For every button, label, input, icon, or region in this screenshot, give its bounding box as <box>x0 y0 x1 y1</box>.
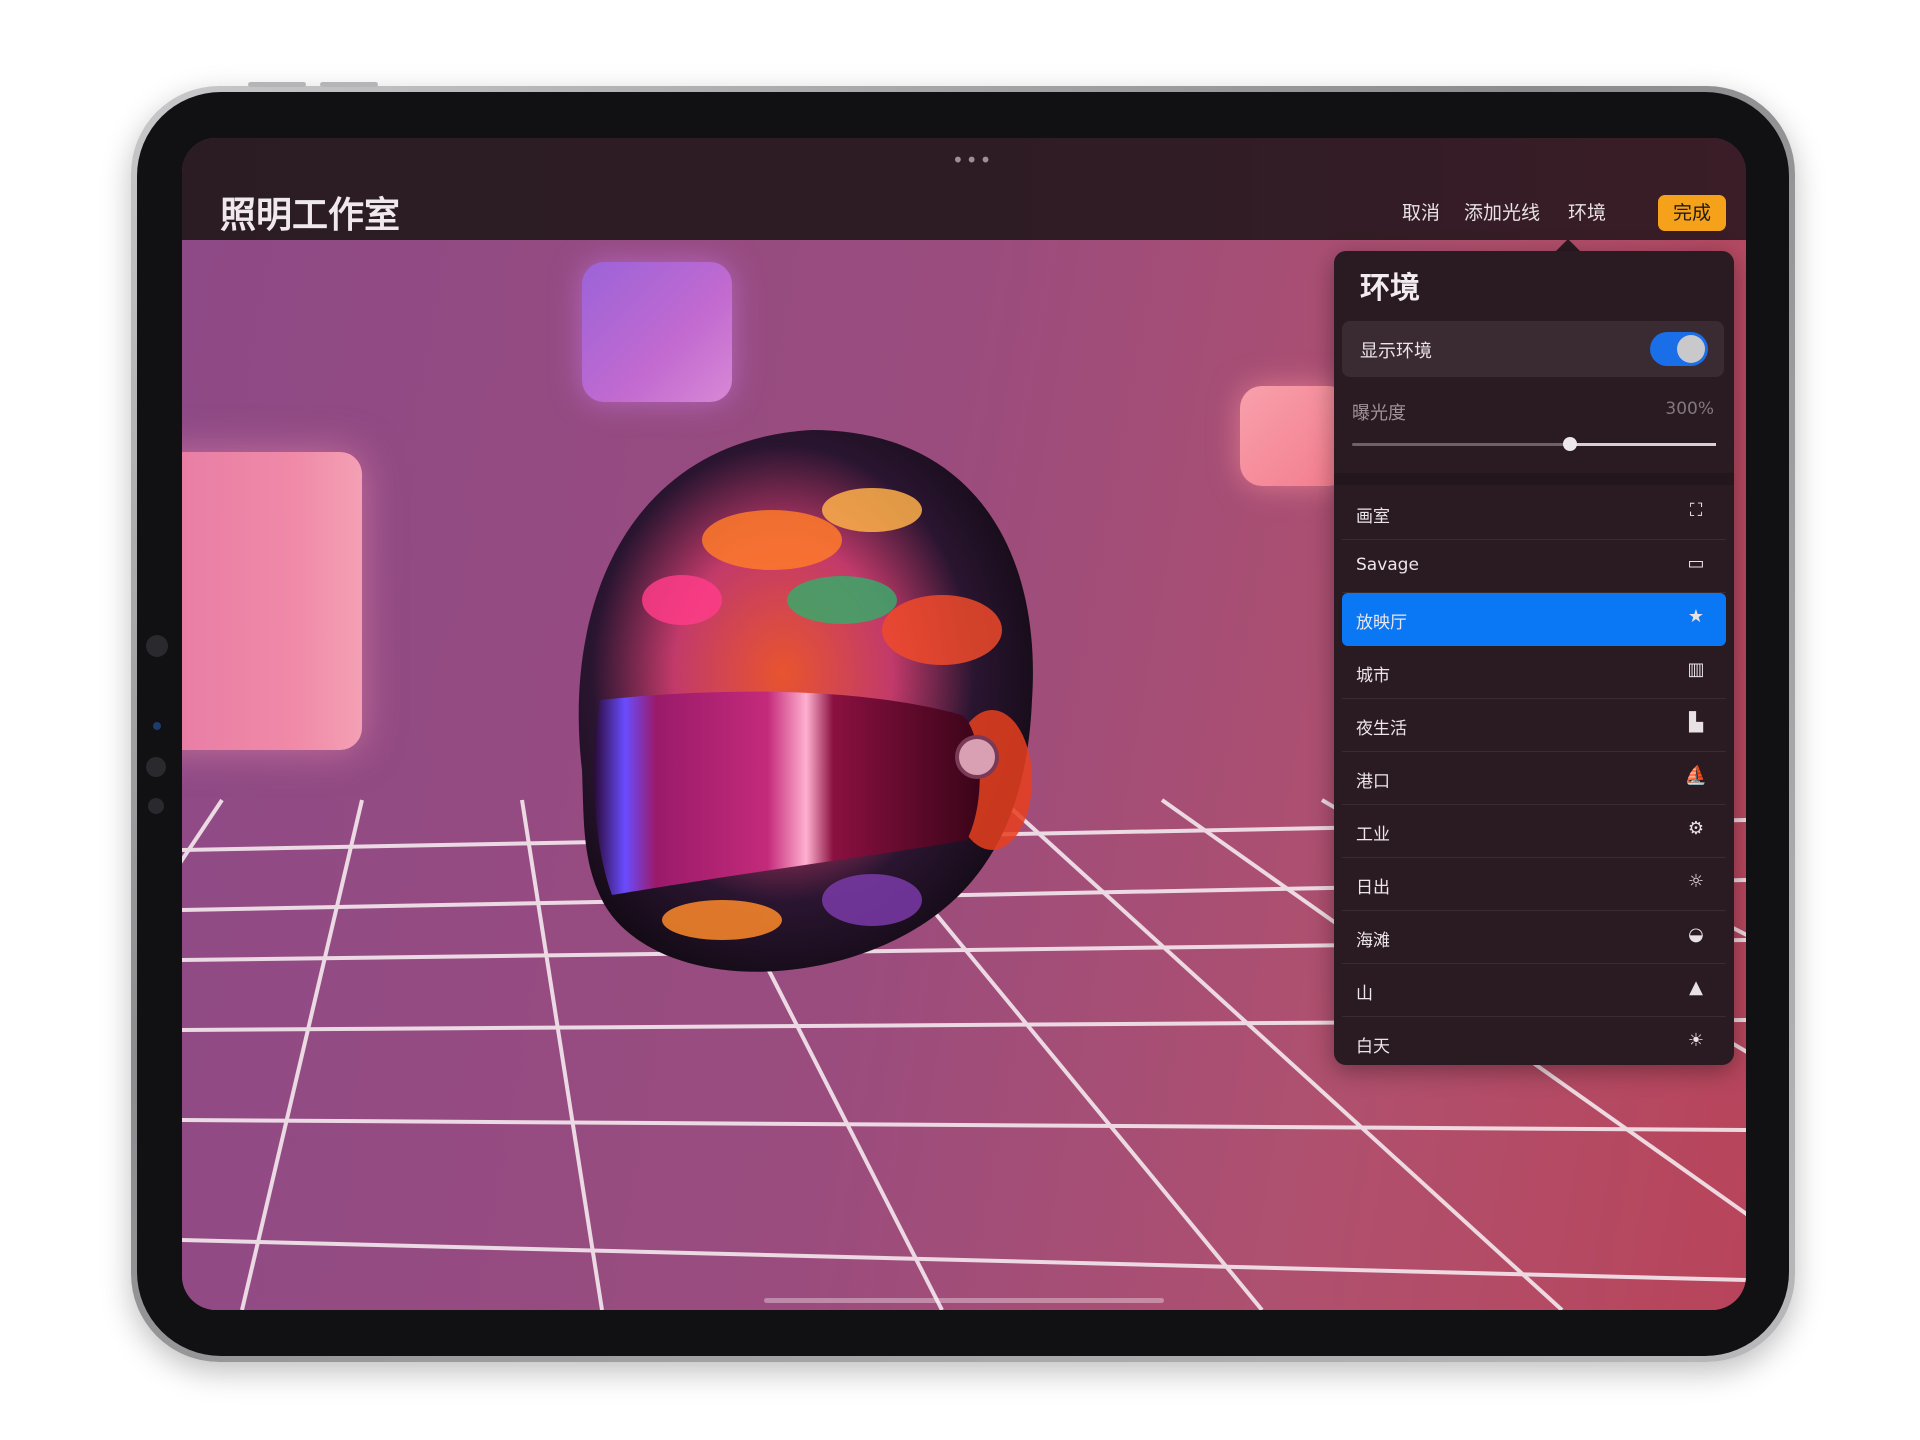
slider-remaining <box>1570 443 1716 446</box>
environment-item-label: 画室 <box>1356 507 1390 527</box>
magnet-dot <box>146 757 166 777</box>
app-screen: ••• 照明工作室 取消 添加光线 环境 完成 环境 显示环境 曝光度 300%… <box>182 138 1746 1310</box>
exposure-value: 300% <box>1665 399 1714 419</box>
environment-item-label: 工业 <box>1356 825 1390 845</box>
environment-item-label: Savage <box>1356 555 1419 575</box>
popover-arrow <box>1556 239 1580 251</box>
exposure-slider[interactable] <box>1352 437 1716 451</box>
nightlife-icon: ▙ <box>1689 712 1703 733</box>
environment-item-label: 放映厅 <box>1356 613 1407 633</box>
environment-item[interactable]: 港口 ⛵ <box>1342 752 1726 805</box>
show-environment-row: 显示环境 <box>1342 321 1724 377</box>
environment-button[interactable]: 环境 <box>1568 198 1606 225</box>
volume-button <box>320 82 378 87</box>
environment-item-label: 夜生活 <box>1356 719 1407 739</box>
environment-item[interactable]: 海滩 ◒ <box>1342 911 1726 964</box>
environment-item[interactable]: 工业 ⚙ <box>1342 805 1726 858</box>
environment-item[interactable]: 画室 ⛶ <box>1342 487 1726 540</box>
environment-popover: 环境 显示环境 曝光度 300% 画室 ⛶ Savage ▭ 放映厅 ★ 城市 ▥ 夜生活 ▙ 港口… <box>1334 251 1734 1065</box>
environment-item[interactable]: Savage ▭ <box>1342 540 1726 593</box>
environment-item-label: 港口 <box>1356 772 1390 792</box>
show-environment-toggle[interactable] <box>1650 332 1708 366</box>
environment-item-label: 山 <box>1356 984 1373 1004</box>
environment-item[interactable]: 日出 ☼ <box>1342 858 1726 911</box>
theater-icon: ★ <box>1687 606 1705 627</box>
volume-button <box>248 82 306 87</box>
exposure-label: 曝光度 <box>1352 403 1406 424</box>
magnet-dot <box>148 798 164 814</box>
slider-fill <box>1352 443 1571 446</box>
environment-list: 画室 ⛶ Savage ▭ 放映厅 ★ 城市 ▥ 夜生活 ▙ 港口 ⛵ 工业 ⚙ 日出 ☼ 海滩 ◒ 山 ▲ 白天 ☀ <box>1342 487 1726 1069</box>
page-title: 照明工作室 <box>220 195 401 236</box>
sun-icon: ☀ <box>1687 1030 1705 1051</box>
sunrise-icon: ☼ <box>1687 871 1705 892</box>
environment-item[interactable]: 白天 ☀ <box>1342 1017 1726 1069</box>
environment-item[interactable]: 山 ▲ <box>1342 964 1726 1017</box>
done-button[interactable]: 完成 <box>1658 195 1726 231</box>
helmet-model[interactable] <box>542 400 1062 980</box>
mountain-icon: ▲ <box>1689 977 1703 998</box>
sailboat-icon: ⛵ <box>1684 765 1708 786</box>
camera-dot <box>146 635 168 657</box>
city-icon: ▥ <box>1687 659 1705 680</box>
multitasking-grabber[interactable]: ••• <box>952 148 993 172</box>
divider <box>1334 473 1734 485</box>
environment-item-label: 白天 <box>1356 1037 1390 1057</box>
home-indicator[interactable] <box>764 1298 1164 1303</box>
top-toolbar: ••• 照明工作室 取消 添加光线 环境 完成 <box>182 138 1746 240</box>
gears-icon: ⚙ <box>1687 818 1705 839</box>
shell-icon: ◒ <box>1688 924 1704 945</box>
panel-title: 环境 <box>1360 271 1420 306</box>
environment-item[interactable]: 城市 ▥ <box>1342 646 1726 699</box>
environment-item-label: 城市 <box>1356 666 1390 686</box>
slider-thumb[interactable] <box>1563 437 1578 451</box>
add-light-button[interactable]: 添加光线 <box>1464 198 1540 225</box>
toggle-knob <box>1677 335 1705 363</box>
sensor-dot <box>153 722 161 730</box>
environment-item-label: 海滩 <box>1356 931 1390 951</box>
show-environment-label: 显示环境 <box>1360 341 1432 362</box>
cancel-button[interactable]: 取消 <box>1402 198 1440 225</box>
environment-item[interactable]: 夜生活 ▙ <box>1342 699 1726 752</box>
monitor-icon: ▭ <box>1687 553 1705 574</box>
environment-item-label: 日出 <box>1356 878 1390 898</box>
environment-item[interactable]: 放映厅 ★ <box>1342 593 1726 646</box>
studio-icon: ⛶ <box>1689 500 1703 521</box>
